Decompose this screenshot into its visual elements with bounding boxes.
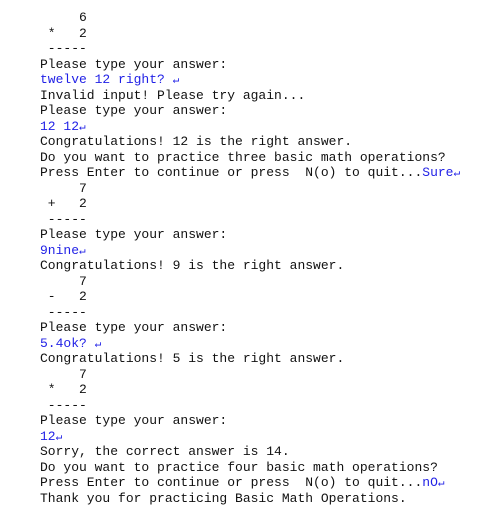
- console-line: Please type your answer:: [40, 227, 460, 243]
- console-line-with-input: Press Enter to continue or press N(o) to…: [40, 475, 460, 491]
- output-text: -----: [40, 304, 87, 320]
- console-line: Please type your answer:: [40, 57, 460, 73]
- console-line-with-input: 5.4ok? ↵: [40, 336, 460, 352]
- console-output: 6 * 2 ----- Please type your answer: twelv…: [40, 10, 460, 506]
- console-line-with-input: Press Enter to continue or press N(o) to…: [40, 165, 460, 181]
- output-text: Congratulations! 5 is the right answer.: [40, 351, 345, 366]
- output-text: Please type your answer:: [40, 103, 228, 118]
- console-line: Invalid input! Please try again...: [40, 88, 460, 104]
- output-text: Please type your answer:: [40, 227, 228, 242]
- output-text: Invalid input! Please try again...: [40, 87, 306, 103]
- output-text: * 2: [40, 382, 87, 397]
- enter-return-icon: ↵: [94, 338, 102, 351]
- console-line-with-input: 12 12↵: [40, 119, 460, 135]
- output-text: Press Enter to continue or press N(o) to…: [40, 165, 423, 180]
- output-text: Thank you for practicing Basic Math Oper…: [40, 490, 407, 506]
- output-text: 7: [40, 273, 87, 289]
- output-text: Please type your answer:: [40, 320, 228, 335]
- output-text: Press Enter to continue or press N(o) to…: [40, 475, 423, 490]
- output-text: -----: [40, 211, 87, 227]
- enter-return-icon: ↵: [79, 245, 86, 258]
- output-text: - 2: [40, 289, 87, 304]
- console-line: - 2: [40, 289, 460, 305]
- output-text: + 2: [40, 196, 87, 211]
- console-line: Do you want to practice three basic math…: [40, 150, 460, 166]
- output-text: Congratulations! 9 is the right answer.: [40, 258, 345, 273]
- output-text: Do you want to practice four basic math …: [40, 459, 438, 475]
- enter-return-icon: ↵: [172, 75, 180, 87]
- output-text: Please type your answer:: [40, 56, 228, 72]
- console-line: 7: [40, 181, 460, 197]
- output-text: 7: [40, 366, 87, 382]
- console-line: Do you want to practice four basic math …: [40, 460, 460, 476]
- output-text: 6: [40, 10, 87, 25]
- console-line: 7: [40, 367, 460, 383]
- console-line: Thank you for practicing Basic Math Oper…: [40, 491, 460, 507]
- console-line: -----: [40, 41, 460, 57]
- console-line: * 2: [40, 382, 460, 398]
- console-line: Congratulations! 9 is the right answer.: [40, 258, 460, 274]
- console-line: Congratulations! 12 is the right answer.: [40, 134, 460, 150]
- output-text: -----: [40, 397, 87, 413]
- console-line: * 2: [40, 26, 460, 42]
- console-line-with-input: 12↵: [40, 429, 460, 445]
- console-line: Please type your answer:: [40, 413, 460, 429]
- enter-return-icon: ↵: [79, 121, 86, 134]
- enter-return-icon: ↵: [55, 431, 63, 444]
- console-line-with-input: twelve 12 right? ↵: [40, 72, 460, 88]
- output-text: Sorry, the correct answer is 14.: [40, 444, 290, 459]
- user-input-text: 9nine: [40, 242, 80, 258]
- console-line: Please type your answer:: [40, 320, 460, 336]
- console-line: Sorry, the correct answer is 14.: [40, 444, 460, 460]
- console-line: 7: [40, 274, 460, 290]
- console-line: Congratulations! 5 is the right answer.: [40, 351, 460, 367]
- user-input-text: 12 12: [40, 118, 80, 134]
- user-input-text: twelve 12 right?: [40, 72, 173, 87]
- console-line-with-input: 9nine↵: [40, 243, 460, 259]
- console-line: Please type your answer:: [40, 103, 460, 119]
- console-line: + 2: [40, 196, 460, 212]
- user-input-text: 5.4ok?: [40, 335, 95, 351]
- user-input-text: nO: [422, 475, 438, 490]
- output-text: -----: [40, 41, 87, 56]
- output-text: Do you want to practice three basic math…: [40, 149, 446, 165]
- console-line: -----: [40, 305, 460, 321]
- user-input-text: Sure: [422, 165, 454, 180]
- enter-return-icon: ↵: [453, 168, 461, 180]
- output-text: 7: [40, 180, 87, 196]
- output-text: Please type your answer:: [40, 413, 228, 428]
- output-text: * 2: [40, 25, 87, 41]
- console-line: 6: [40, 10, 460, 26]
- output-text: Congratulations! 12 is the right answer.: [40, 134, 353, 149]
- console-line: -----: [40, 398, 460, 414]
- user-input-text: 12: [40, 428, 56, 444]
- console-line: -----: [40, 212, 460, 228]
- enter-return-icon: ↵: [437, 478, 445, 490]
